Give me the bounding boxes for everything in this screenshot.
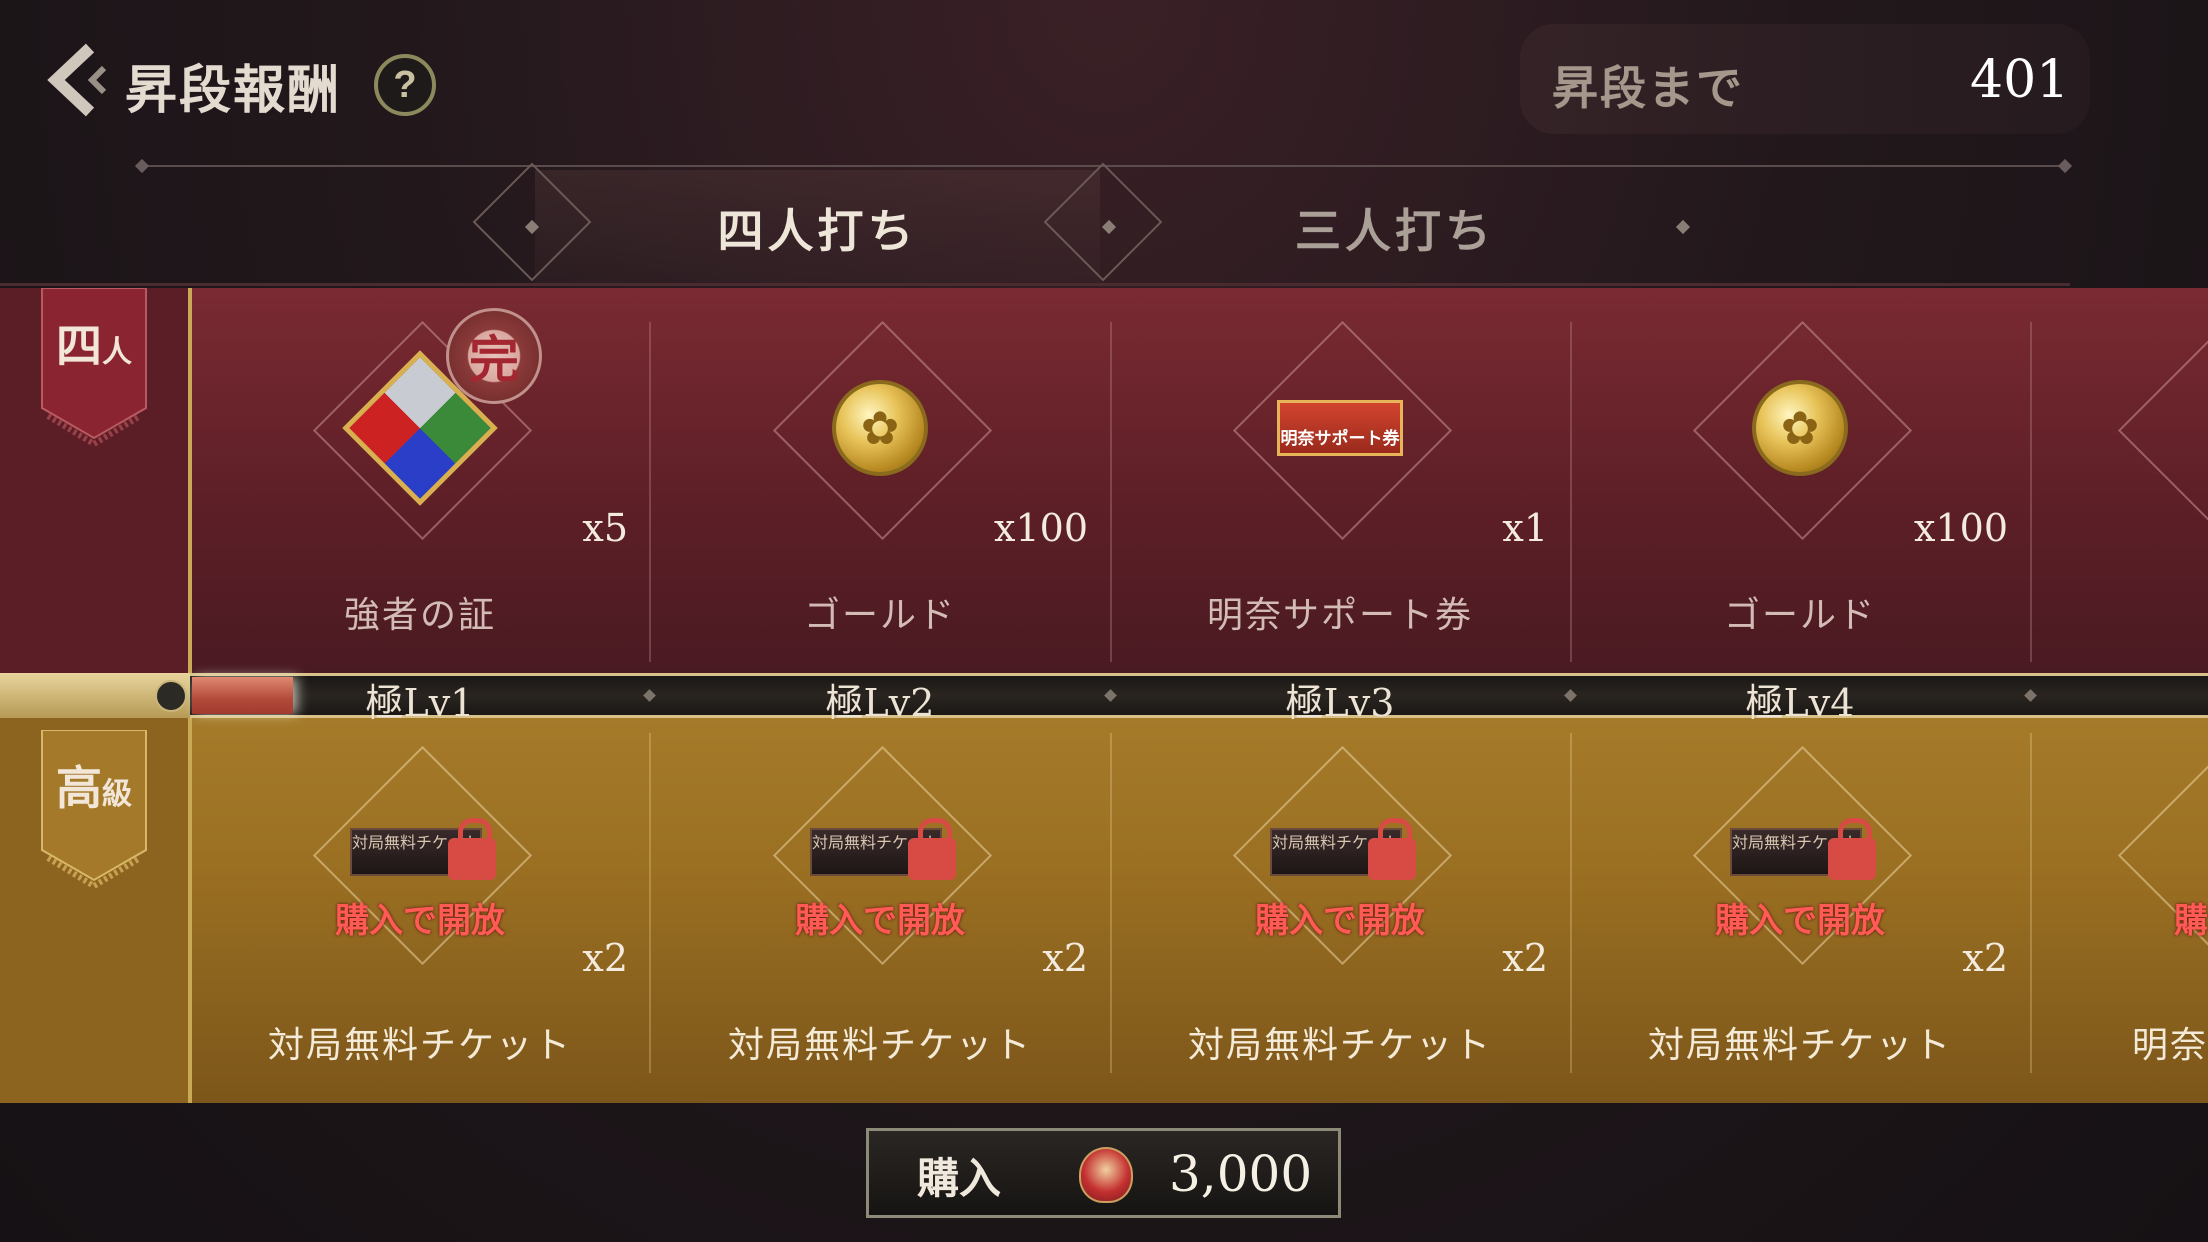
reward-name: ゴールド [1723, 595, 1876, 636]
reward-name: 明奈 [2131, 1025, 2208, 1066]
reward-name: 強 [2030, 586, 2208, 638]
lock-icon [1368, 818, 1416, 880]
complete-badge: 完 [446, 308, 542, 404]
banner-main-text: 高 [56, 761, 102, 815]
locked-label: 購入で開放 [1715, 901, 1885, 941]
reward-quantity: x100 [994, 506, 1088, 550]
reward-name: 対局無料チケット [1647, 1025, 1952, 1066]
reward-cell-locked[interactable]: 対局無料チケット 購入で開放 x2 対局無料チケット [1110, 718, 1570, 1103]
reward-name: 対局無料チケット [727, 1025, 1032, 1066]
reward-cell-locked[interactable]: 対局無料チケット 購入で開放 x2 対局無料チケット [1570, 718, 2030, 1103]
reward-cell-partial[interactable]: 購 明奈 [2030, 718, 2208, 1103]
locked-label: 購入で開放 [795, 901, 965, 941]
reward-cell-locked[interactable]: 対局無料チケット 購入で開放 x2 対局無料チケット [190, 718, 650, 1103]
reward-name: 対局無料チケット [267, 1025, 572, 1066]
locked-label: 購入で開放 [1255, 901, 1425, 941]
reward-quantity: x2 [1042, 936, 1088, 980]
divider-dot [134, 158, 150, 174]
locked-label: 購入で開放 [335, 901, 505, 941]
help-button[interactable]: ? [374, 54, 436, 116]
shield-currency-icon [1079, 1147, 1133, 1203]
reward-quantity: x2 [1502, 936, 1548, 980]
lock-icon [448, 818, 496, 880]
reward-cell-locked[interactable]: 対局無料チケット 購入で開放 x2 対局無料チケット [650, 718, 1110, 1103]
reward-quantity: x100 [1914, 506, 2008, 550]
reward-frame [2117, 320, 2208, 541]
gold-coin-icon: ✿ [1752, 380, 1848, 476]
buy-label: 購入 [917, 1154, 1002, 1203]
reward-cell[interactable]: 完 x5 強者の証 [190, 288, 650, 673]
rank-label: 昇段まで [1552, 61, 1744, 115]
rank-value: 401 [1970, 50, 2070, 110]
reward-cell[interactable]: 明奈サポート券 x1 明奈サポート券 [1110, 288, 1570, 673]
reward-quantity: x5 [582, 506, 628, 550]
support-ticket-icon: 明奈サポート券 [1277, 400, 1403, 456]
page-title: 昇段報酬 [125, 60, 342, 121]
banner-sub-text: 人 [102, 335, 132, 370]
reward-name: 対局無料チケット [1187, 1025, 1492, 1066]
reward-quantity: x2 [582, 936, 628, 980]
lock-icon [1828, 818, 1876, 880]
tab-three-player[interactable]: 三人打ち [1110, 170, 1680, 285]
lock-icon [908, 818, 956, 880]
gold-coin-icon: ✿ [832, 380, 928, 476]
reward-cell[interactable]: ✿ x100 ゴールド [1570, 288, 2030, 673]
tab-four-player[interactable]: 四人打ち [535, 170, 1100, 285]
reward-cell[interactable]: ✿ x100 ゴールド [650, 288, 1110, 673]
reward-cell-partial[interactable]: 強 [2030, 288, 2208, 673]
chevron-left-icon [47, 43, 107, 117]
buy-button[interactable]: 購入 3,000 [866, 1128, 1341, 1218]
locked-label: 購 [2174, 901, 2208, 941]
banner-main-text: 四 [56, 319, 102, 373]
reward-name: ゴールド [803, 595, 956, 636]
reward-name: 明奈サポート券 [1206, 595, 1473, 636]
banner-sub-text: 級 [102, 777, 132, 812]
four-player-banner: 四人 [38, 287, 150, 458]
buy-price: 3,000 [1169, 1145, 1313, 1203]
back-button[interactable] [40, 40, 110, 120]
divider-dot [2057, 158, 2073, 174]
reward-quantity: x2 [1962, 936, 2008, 980]
premium-banner: 高級 [38, 729, 150, 900]
level-arrow-icon [155, 680, 187, 712]
tabs-underline [0, 283, 2070, 286]
ticket-icon-text: 明奈サポート券 [1280, 429, 1400, 449]
reward-name: 強者の証 [343, 595, 496, 636]
reward-quantity: x1 [1502, 506, 1548, 550]
